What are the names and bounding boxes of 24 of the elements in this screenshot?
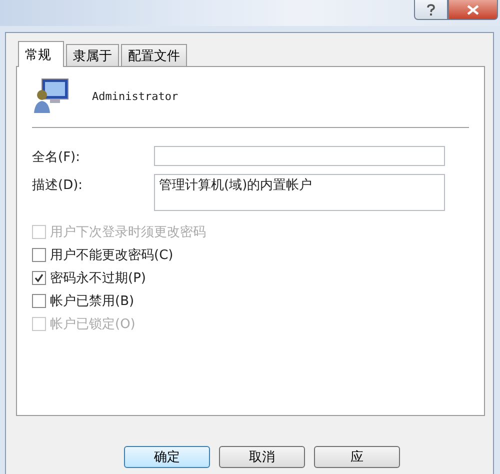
input-field[interactable]: 管理计算机(域)的内置帐户 bbox=[154, 174, 445, 211]
field-label: 全名(F): bbox=[32, 149, 82, 166]
dialog-button[interactable]: 取消 bbox=[219, 446, 305, 468]
dialog-button[interactable]: 应 bbox=[314, 446, 400, 468]
tab[interactable]: 配置文件 bbox=[121, 44, 187, 66]
input-field[interactable] bbox=[154, 146, 445, 166]
checkbox-label: 用户下次登录时须更改密码 bbox=[50, 224, 206, 241]
user-computer-icon bbox=[34, 77, 70, 115]
user-name: Administrator bbox=[92, 90, 178, 102]
help-icon bbox=[426, 4, 436, 16]
help-button[interactable] bbox=[414, 0, 448, 20]
checkbox-label: 用户不能更改密码(C) bbox=[50, 247, 174, 264]
checkbox-label: 密码永不过期(P) bbox=[50, 270, 146, 287]
tab[interactable]: 隶属于 bbox=[66, 44, 119, 66]
checkbox-label: 帐户已锁定(O) bbox=[50, 316, 136, 333]
close-button[interactable] bbox=[448, 0, 498, 20]
tab[interactable]: 常规 bbox=[18, 41, 64, 67]
field-label: 描述(D): bbox=[32, 177, 84, 194]
checkbox[interactable] bbox=[32, 294, 46, 308]
dialog-button[interactable]: 确定 bbox=[124, 446, 210, 468]
checkbox-label: 帐户已禁用(B) bbox=[50, 293, 134, 310]
close-icon bbox=[467, 4, 479, 14]
checkbox[interactable] bbox=[32, 248, 46, 262]
checkbox[interactable] bbox=[32, 271, 46, 285]
